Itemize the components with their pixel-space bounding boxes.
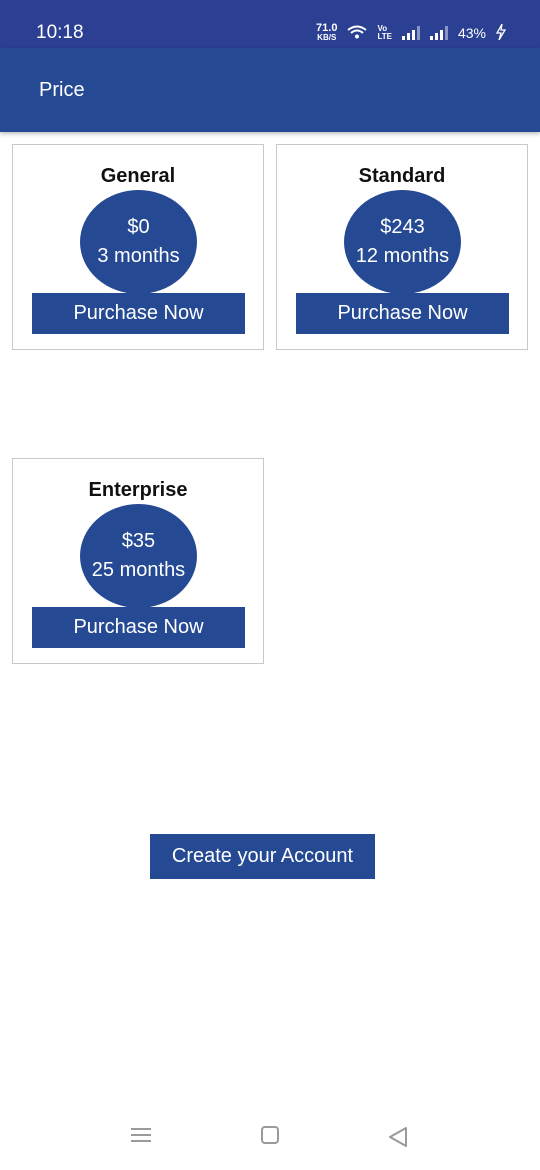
plan-price-badge: $35 25 months <box>80 504 197 608</box>
plan-price: $0 <box>127 216 150 238</box>
network-speed: 71.0 KB/S <box>316 22 338 43</box>
wifi-icon <box>347 25 368 42</box>
volte-indicator: Vo LTE <box>377 25 392 41</box>
plan-name: Enterprise <box>88 479 188 501</box>
recent-apps-icon[interactable] <box>131 1126 151 1144</box>
back-icon[interactable] <box>387 1126 409 1148</box>
signal-icon <box>401 26 420 40</box>
create-account-button[interactable]: Create your Account <box>150 834 375 879</box>
purchase-now-button[interactable]: Purchase Now <box>32 607 245 648</box>
volte-label-bottom: LTE <box>377 32 392 41</box>
status-icons: 71.0 KB/S Vo LTE 43% <box>316 22 507 44</box>
plan-name: Standard <box>358 165 446 187</box>
home-icon[interactable] <box>261 1126 279 1144</box>
purchase-now-button[interactable]: Purchase Now <box>296 293 509 334</box>
page-title: Price <box>39 79 85 101</box>
plan-price: $35 <box>121 530 156 552</box>
purchase-now-button[interactable]: Purchase Now <box>32 293 245 334</box>
plan-name: General <box>100 165 176 187</box>
plan-duration: 12 months <box>355 245 450 267</box>
plan-card-general: General $0 3 months Purchase Now <box>12 144 264 350</box>
network-speed-unit: KB/S <box>317 33 337 42</box>
plan-duration: 25 months <box>91 559 186 581</box>
app-bar: Price <box>0 48 540 132</box>
plan-duration: 3 months <box>97 245 180 267</box>
plan-price-badge: $0 3 months <box>80 190 197 294</box>
plan-price: $243 <box>380 216 425 238</box>
signal-icon <box>429 26 448 40</box>
status-bar: 10:18 71.0 KB/S Vo LTE 43% <box>0 0 540 48</box>
plan-price-badge: $243 12 months <box>344 190 461 294</box>
plan-card-standard: Standard $243 12 months Purchase Now <box>276 144 528 350</box>
charging-icon <box>495 23 507 43</box>
network-speed-value: 71.0 <box>316 22 338 34</box>
battery-percentage: 43% <box>457 25 486 41</box>
plan-card-enterprise: Enterprise $35 25 months Purchase Now <box>12 458 264 664</box>
status-time: 10:18 <box>36 22 84 43</box>
